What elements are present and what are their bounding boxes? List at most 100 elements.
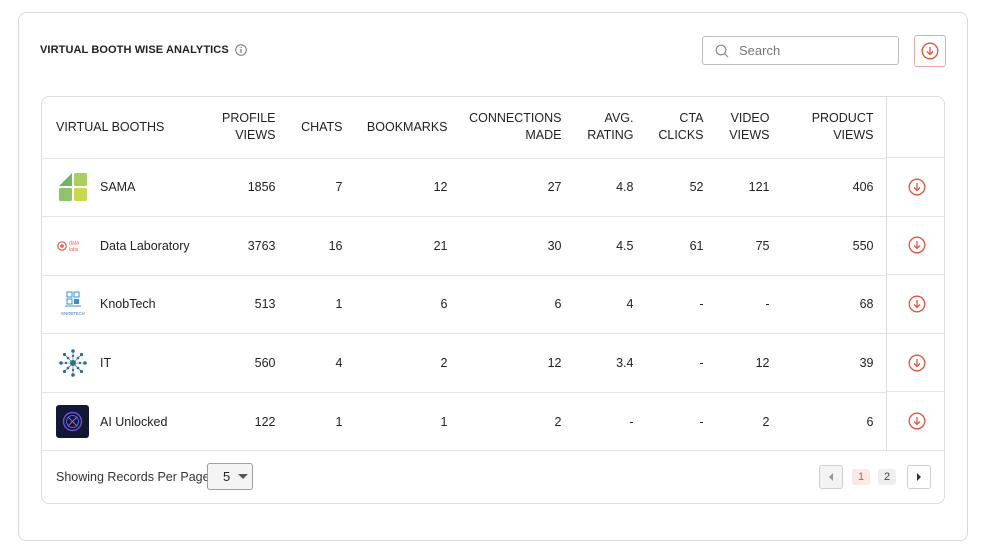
page-1-button[interactable]: 1: [852, 469, 870, 485]
row-download-button[interactable]: [887, 158, 944, 217]
chats-cell: 16: [283, 216, 351, 276]
rating-cell: 3.4: [569, 333, 642, 393]
row-download-button[interactable]: [887, 334, 944, 393]
search-box: [702, 36, 899, 65]
video-views-cell: -: [711, 275, 778, 335]
profile-views-cell: 3763: [214, 216, 284, 276]
booth-cell: SAMA: [42, 158, 214, 218]
next-page-button[interactable]: [907, 465, 931, 489]
chats-cell: 7: [283, 158, 351, 218]
product-views-cell: 6: [777, 392, 882, 452]
info-icon[interactable]: [234, 44, 247, 56]
rating-cell: 4: [569, 275, 642, 335]
profile-views-cell: 560: [214, 333, 284, 393]
rating-cell: 4.5: [569, 216, 642, 276]
bookmarks-cell: 6: [350, 275, 456, 335]
analytics-card: VIRTUAL BOOTH WISE ANALYTICS VIRTUAL BOO…: [18, 12, 968, 541]
product-views-cell: 406: [777, 158, 882, 218]
card-title: VIRTUAL BOOTH WISE ANALYTICS: [40, 44, 247, 56]
it-logo: [56, 347, 89, 380]
booth-name[interactable]: Data Laboratory: [100, 239, 190, 253]
table-footer: Showing Records Per Page 5 1 2: [42, 451, 944, 503]
column-header-virtual-booths[interactable]: VIRTUAL BOOTHS: [42, 97, 214, 159]
sama-logo: [56, 171, 89, 204]
table-row: SAMA 1856 7 12 27 4.8 52 121 406: [42, 158, 922, 218]
action-column-header: [887, 97, 944, 158]
chats-cell: 1: [283, 392, 351, 452]
prev-page-button[interactable]: [819, 465, 843, 489]
booth-cell: KNOBTECH KnobTech: [42, 275, 214, 335]
booth-cell: data labs Data Laboratory: [42, 216, 214, 276]
bookmarks-cell: 1: [350, 392, 456, 452]
column-header-bookmarks[interactable]: BOOKMARKS: [350, 97, 456, 159]
cta-clicks-cell: -: [641, 333, 712, 393]
connections-cell: 30: [455, 216, 570, 276]
product-views-cell: 68: [777, 275, 882, 335]
svg-text:KNOBTECH: KNOBTECH: [61, 311, 84, 316]
column-header-video-views[interactable]: VIDEO VIEWS: [711, 97, 778, 159]
column-header-avg-rating[interactable]: AVG. RATING: [569, 97, 642, 159]
booth-name[interactable]: SAMA: [100, 180, 135, 194]
rating-cell: -: [569, 392, 642, 452]
download-circle-icon: [908, 354, 925, 372]
column-header-cta-clicks[interactable]: CTA CLICKS: [641, 97, 712, 159]
row-download-button[interactable]: [887, 392, 944, 451]
table-row: KNOBTECH KnobTech 513 1 6 6 4 - - 68: [42, 275, 922, 335]
search-icon: [715, 44, 729, 57]
booth-cell: IT: [42, 333, 214, 393]
per-page-label: Showing Records Per Page: [56, 470, 210, 484]
product-views-cell: 39: [777, 333, 882, 393]
svg-text:data: data: [69, 240, 79, 246]
download-circle-icon: [908, 412, 925, 430]
ai-unlocked-logo: [56, 405, 89, 439]
column-header-connections-made[interactable]: CONNECTIONS MADE: [455, 97, 570, 159]
chevron-right-icon: [917, 473, 921, 481]
table-row: data labs Data Laboratory 3763 16 21 30 …: [42, 216, 922, 276]
download-circle-icon: [908, 236, 925, 254]
column-header-profile-views[interactable]: PROFILE VIEWS: [214, 97, 284, 159]
card-title-text: VIRTUAL BOOTH WISE ANALYTICS: [40, 44, 229, 56]
booth-table: VIRTUAL BOOTHS PROFILE VIEWS CHATS BOOKMA…: [42, 97, 922, 452]
chats-cell: 1: [283, 275, 351, 335]
video-views-cell: 12: [711, 333, 778, 393]
connections-cell: 6: [455, 275, 570, 335]
video-views-cell: 121: [711, 158, 778, 218]
table-row: IT 560 4 2 12 3.4 - 12 39: [42, 333, 922, 393]
download-all-button[interactable]: [914, 35, 946, 67]
bookmarks-cell: 21: [350, 216, 456, 276]
column-header-product-views[interactable]: PRODUCT VIEWS: [777, 97, 882, 159]
connections-cell: 2: [455, 392, 570, 452]
profile-views-cell: 1856: [214, 158, 284, 218]
row-download-button[interactable]: [887, 217, 944, 276]
cta-clicks-cell: -: [641, 275, 712, 335]
connections-cell: 27: [455, 158, 570, 218]
bookmarks-cell: 2: [350, 333, 456, 393]
data-lab-logo: data labs: [56, 229, 89, 262]
download-circle-icon: [921, 42, 939, 60]
per-page-value: 5: [223, 469, 231, 484]
column-header-chats[interactable]: CHATS: [283, 97, 351, 159]
booth-name[interactable]: AI Unlocked: [100, 415, 167, 429]
rating-cell: 4.8: [569, 158, 642, 218]
cta-clicks-cell: 52: [641, 158, 712, 218]
booth-cell: AI Unlocked: [42, 392, 214, 452]
booth-name[interactable]: IT: [100, 356, 111, 370]
chevron-left-icon: [829, 473, 833, 481]
per-page-select[interactable]: 5: [207, 463, 253, 490]
video-views-cell: 2: [711, 392, 778, 452]
search-input[interactable]: [739, 43, 879, 58]
booth-table-container: VIRTUAL BOOTHS PROFILE VIEWS CHATS BOOKMA…: [41, 96, 945, 504]
table-row: AI Unlocked 122 1 1 2 - - 2 6: [42, 392, 922, 452]
chevron-down-icon: [238, 474, 249, 479]
profile-views-cell: 513: [214, 275, 284, 335]
download-circle-icon: [908, 178, 925, 196]
page-2-button[interactable]: 2: [878, 469, 896, 485]
sticky-action-column: [886, 97, 944, 451]
cta-clicks-cell: -: [641, 392, 712, 452]
chats-cell: 4: [283, 333, 351, 393]
knobtech-logo: KNOBTECH: [56, 288, 89, 321]
cta-clicks-cell: 61: [641, 216, 712, 276]
booth-name[interactable]: KnobTech: [100, 297, 156, 311]
product-views-cell: 550: [777, 216, 882, 276]
row-download-button[interactable]: [887, 275, 944, 334]
